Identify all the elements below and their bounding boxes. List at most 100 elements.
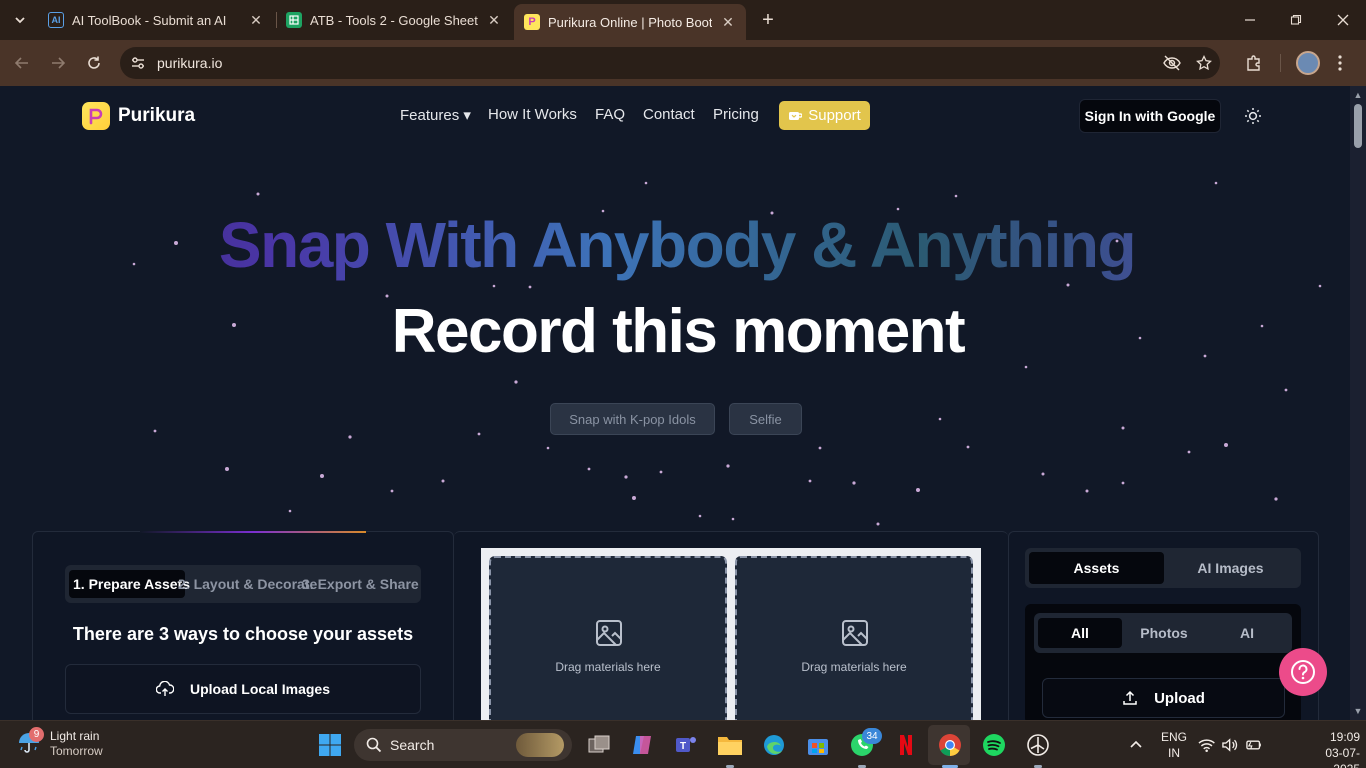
- purikura-logo-icon: [82, 102, 110, 130]
- upload-local-images-button[interactable]: Upload Local Images: [65, 664, 421, 714]
- nav-faq[interactable]: FAQ: [595, 106, 625, 123]
- tab-title: AI ToolBook - Submit an AI: [72, 12, 227, 28]
- address-bar[interactable]: purikura.io: [120, 47, 1220, 79]
- tab-assets[interactable]: Assets: [1029, 552, 1164, 584]
- close-icon[interactable]: ✕: [720, 14, 736, 30]
- folder-icon: [718, 737, 742, 755]
- star-icon: [1196, 55, 1212, 71]
- extensions-button[interactable]: [1244, 53, 1264, 73]
- chevron-up-icon: [1130, 740, 1142, 748]
- spotify-button[interactable]: [980, 731, 1008, 759]
- close-window-button[interactable]: [1333, 10, 1353, 30]
- tab-ai-images[interactable]: AI Images: [1164, 552, 1297, 584]
- filter-photos[interactable]: Photos: [1122, 618, 1206, 648]
- asset-source-tabs: Assets AI Images: [1025, 548, 1301, 588]
- chrome-icon: [939, 734, 961, 756]
- new-tab-button[interactable]: +: [758, 9, 778, 31]
- nav-features[interactable]: Features ▾: [400, 106, 471, 124]
- scroll-down-icon[interactable]: ▼: [1353, 706, 1363, 716]
- nav-pricing[interactable]: Pricing: [713, 106, 759, 123]
- chatgpt-button[interactable]: [1024, 731, 1052, 759]
- help-button[interactable]: [1279, 648, 1327, 696]
- step-layout-decorate[interactable]: 2. Layout & Decorate: [178, 570, 317, 598]
- tab-aitoolbook[interactable]: AI AI ToolBook - Submit an AI ✕: [38, 6, 274, 34]
- purikura-page: Purikura Features ▾ How It Works FAQ Con…: [0, 86, 1350, 720]
- site-settings-icon[interactable]: [128, 53, 148, 73]
- upload-button[interactable]: Upload: [1042, 678, 1285, 718]
- bookmark-button[interactable]: [1194, 53, 1214, 73]
- tab-google-sheets[interactable]: ATB - Tools 2 - Google Sheets ✕: [276, 6, 512, 34]
- chrome-button[interactable]: [936, 731, 964, 759]
- close-icon[interactable]: ✕: [248, 12, 264, 28]
- sign-in-google-button[interactable]: Sign In with Google: [1079, 99, 1221, 133]
- nav-how-it-works[interactable]: How It Works: [488, 106, 577, 123]
- language-indicator[interactable]: ENG IN: [1158, 729, 1190, 761]
- step-tabs: 1. Prepare Assets 2. Layout & Decorate 3…: [65, 565, 421, 603]
- tab-purikura[interactable]: P Purikura Online | Photo Booth Online ✕: [514, 4, 746, 40]
- weather-subtitle: Tomorrow: [50, 744, 103, 758]
- weather-title: Light rain: [50, 729, 100, 743]
- drop-label: Drag materials here: [801, 660, 907, 674]
- netflix-icon: [900, 735, 912, 755]
- page-scrollbar[interactable]: ▲ ▼: [1350, 86, 1366, 720]
- task-view-button[interactable]: [585, 731, 613, 759]
- svg-text:T: T: [680, 741, 686, 752]
- theme-toggle-button[interactable]: [1243, 106, 1263, 126]
- drop-label: Drag materials here: [555, 660, 661, 674]
- browser-toolbar: purikura.io: [0, 40, 1366, 86]
- image-icon: [596, 620, 622, 646]
- hero-subheadline: Record this moment: [391, 297, 966, 366]
- menu-button[interactable]: [1330, 53, 1350, 73]
- volume-icon: [1222, 738, 1238, 752]
- site-logo[interactable]: Purikura: [82, 102, 195, 130]
- forward-button[interactable]: [47, 52, 69, 74]
- restore-button[interactable]: [1286, 10, 1306, 30]
- coffee-icon: [789, 111, 803, 120]
- windows-logo-icon: [319, 734, 341, 756]
- taskbar-search[interactable]: Search: [354, 729, 572, 761]
- copilot-button[interactable]: [628, 731, 656, 759]
- teams-button[interactable]: T: [672, 731, 700, 759]
- help-circle-icon: [1291, 660, 1315, 684]
- brand-name: Purikura: [118, 105, 196, 126]
- close-icon[interactable]: ✕: [486, 12, 502, 28]
- nav-contact[interactable]: Contact: [643, 106, 695, 123]
- image-icon: [842, 620, 868, 646]
- profile-avatar[interactable]: [1296, 51, 1320, 75]
- filter-all[interactable]: All: [1038, 618, 1122, 648]
- task-view-icon: [588, 735, 610, 753]
- quick-settings-button[interactable]: [1198, 731, 1262, 759]
- photo-slot-1[interactable]: Drag materials here: [489, 556, 727, 720]
- weather-badge: 9: [29, 727, 44, 742]
- step-export-share[interactable]: 3. Export & Share: [302, 570, 419, 598]
- tab-search-button[interactable]: [8, 8, 32, 32]
- step-prepare-assets[interactable]: 1. Prepare Assets: [69, 570, 190, 598]
- reload-button[interactable]: [83, 52, 105, 74]
- netflix-button[interactable]: [892, 731, 920, 759]
- scroll-up-icon[interactable]: ▲: [1353, 90, 1363, 100]
- minimize-button[interactable]: [1240, 10, 1260, 30]
- clock[interactable]: 19:09 03-07-2025: [1302, 729, 1360, 768]
- chevron-down-icon: [15, 17, 25, 24]
- start-button[interactable]: [316, 731, 344, 759]
- photo-slot-2[interactable]: Drag materials here: [735, 556, 973, 720]
- url-text[interactable]: purikura.io: [157, 55, 222, 71]
- tracking-protection-button[interactable]: [1162, 53, 1182, 73]
- chip-selfie[interactable]: Selfie: [729, 403, 802, 435]
- back-button[interactable]: [11, 52, 33, 74]
- sun-icon: [1245, 108, 1261, 124]
- chip-kpop-idols[interactable]: Snap with K-pop Idols: [550, 403, 715, 435]
- store-button[interactable]: [804, 731, 832, 759]
- copilot-icon: [633, 736, 651, 754]
- show-hidden-icons-button[interactable]: [1122, 731, 1150, 759]
- edge-button[interactable]: [760, 731, 788, 759]
- battery-icon: [1245, 740, 1261, 750]
- scrollbar-thumb[interactable]: [1354, 104, 1362, 148]
- clock-time: 19:09: [1329, 730, 1360, 744]
- hero-headline: Snap With Anybody & Anything: [0, 208, 1350, 282]
- support-button[interactable]: Support: [779, 101, 870, 130]
- weather-widget[interactable]: 9 Light rain Tomorrow: [16, 727, 103, 759]
- file-explorer-button[interactable]: [716, 731, 744, 759]
- filter-ai[interactable]: AI: [1206, 618, 1288, 648]
- search-label: Search: [390, 737, 435, 753]
